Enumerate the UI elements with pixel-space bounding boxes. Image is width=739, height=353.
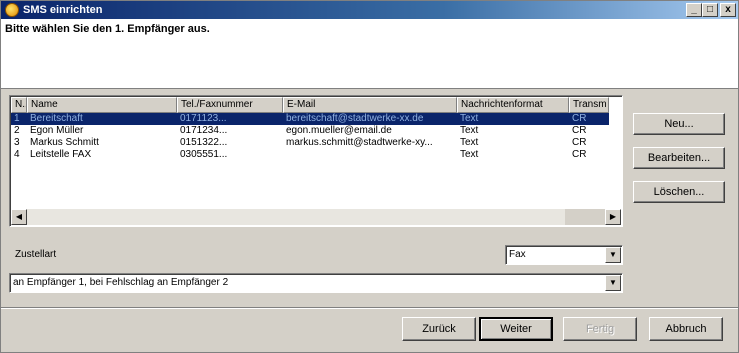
- row-format: Text: [460, 113, 479, 124]
- delivery-mode-select[interactable]: an Empfänger 1, bei Fehlschlag an Empfän…: [9, 273, 623, 293]
- row-email: egon.mueller@email.de: [286, 125, 392, 136]
- chevron-down-icon[interactable]: ▼: [605, 275, 621, 291]
- next-button[interactable]: Weiter: [479, 317, 553, 341]
- row-phone: 0171234...: [180, 125, 228, 136]
- app-icon: [5, 3, 19, 17]
- row-number: 3: [14, 137, 20, 148]
- row-format: Text: [460, 137, 479, 148]
- list-row[interactable]: 2 Egon Müller 0171234... egon.mueller@em…: [11, 125, 609, 137]
- cancel-button[interactable]: Abbruch: [649, 317, 723, 341]
- column-header-transmission[interactable]: Transm: [569, 97, 609, 113]
- row-format: Text: [460, 125, 479, 136]
- row-number: 4: [14, 149, 20, 160]
- close-button[interactable]: x: [720, 3, 736, 17]
- row-name: Bereitschaft: [30, 113, 83, 124]
- edit-button[interactable]: Bearbeiten...: [633, 147, 725, 169]
- delivery-mode-value: an Empfänger 1, bei Fehlschlag an Empfän…: [13, 277, 229, 288]
- row-email: markus.schmitt@stadtwerke-xy...: [286, 137, 433, 148]
- delivery-label: Zustellart: [15, 249, 57, 260]
- finish-button[interactable]: Fertig: [563, 317, 637, 341]
- minimize-button[interactable]: _: [686, 3, 702, 17]
- row-transmission: CR: [572, 137, 587, 148]
- scroll-left-icon[interactable]: ◀: [11, 209, 27, 225]
- row-name: Leitstelle FAX: [30, 149, 92, 160]
- scroll-right-icon[interactable]: ▶: [605, 209, 621, 225]
- row-format: Text: [460, 149, 479, 160]
- maximize-button[interactable]: □: [702, 3, 718, 17]
- row-transmission: CR: [572, 113, 587, 124]
- chevron-down-icon[interactable]: ▼: [605, 247, 621, 263]
- delivery-type-select[interactable]: Fax ▼: [505, 245, 623, 265]
- row-transmission: CR: [572, 149, 587, 160]
- back-button[interactable]: Zurück: [402, 317, 476, 341]
- list-rows: 1 Bereitschaft 0171123... bereitschaft@s…: [11, 113, 609, 161]
- list-row[interactable]: 3 Markus Schmitt 0151322... markus.schmi…: [11, 137, 609, 149]
- window-title: SMS einrichten: [23, 4, 103, 16]
- row-number: 1: [14, 113, 20, 124]
- column-header-email[interactable]: E-Mail: [283, 97, 457, 113]
- row-phone: 0151322...: [180, 137, 228, 148]
- scroll-track[interactable]: [27, 209, 565, 225]
- instruction-text: Bitte wählen Sie den 1. Empfänger aus.: [5, 23, 210, 35]
- sms-setup-window: SMS einrichten _ □ x Bitte wählen Sie de…: [0, 0, 739, 353]
- row-name: Egon Müller: [30, 125, 84, 136]
- row-name: Markus Schmitt: [30, 137, 99, 148]
- wizard-header: Bitte wählen Sie den 1. Empfänger aus.: [1, 19, 738, 89]
- row-number: 2: [14, 125, 20, 136]
- row-transmission: CR: [572, 125, 587, 136]
- row-email: [283, 149, 457, 161]
- recipient-list[interactable]: N.. Name Tel./Faxnummer E-Mail Nachricht…: [9, 95, 623, 227]
- list-row[interactable]: 4 Leitstelle FAX 0305551... Text CR: [11, 149, 609, 161]
- row-phone: 0305551...: [180, 149, 228, 160]
- row-phone: 0171123...: [180, 113, 227, 124]
- row-email: bereitschaft@stadtwerke-xx.de: [286, 113, 424, 124]
- button-divider: [1, 307, 738, 309]
- list-row[interactable]: 1 Bereitschaft 0171123... bereitschaft@s…: [11, 113, 609, 125]
- delivery-type-value: Fax: [509, 249, 526, 260]
- list-header: N.. Name Tel./Faxnummer E-Mail Nachricht…: [11, 97, 609, 113]
- caption-buttons: _ □ x: [686, 3, 736, 17]
- scroll-thumb[interactable]: [565, 209, 605, 225]
- column-header-phone[interactable]: Tel./Faxnummer: [177, 97, 283, 113]
- column-header-name[interactable]: Name: [27, 97, 177, 113]
- title-bar[interactable]: SMS einrichten _ □ x: [1, 1, 738, 19]
- column-header-number[interactable]: N..: [11, 97, 27, 113]
- horizontal-scrollbar[interactable]: ◀ ▶: [11, 209, 621, 225]
- column-header-format[interactable]: Nachrichtenformat: [457, 97, 569, 113]
- new-button[interactable]: Neu...: [633, 113, 725, 135]
- delete-button[interactable]: Löschen...: [633, 181, 725, 203]
